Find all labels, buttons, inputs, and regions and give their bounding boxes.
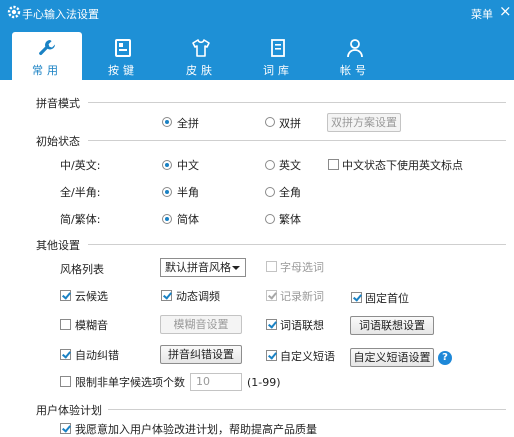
checkbox-auto-correct[interactable] [60, 349, 71, 360]
radio-label: 全拼 [177, 117, 199, 130]
radio-full-width[interactable] [265, 187, 275, 197]
checkbox-english-punctuation[interactable] [328, 159, 339, 170]
checkbox-word-association[interactable] [266, 319, 277, 330]
divider [108, 409, 506, 410]
radio-label: 繁体 [279, 213, 301, 226]
style-list-label: 风格列表 [60, 263, 104, 276]
menu-button[interactable]: 菜单 [471, 6, 493, 22]
divider [88, 102, 506, 103]
checkbox-limit-candidates[interactable] [60, 376, 71, 387]
checkbox-custom-phrase[interactable] [266, 350, 277, 361]
section-pinyin-mode: 拼音模式 [36, 97, 80, 110]
checkbox-join-ux-program[interactable] [60, 423, 71, 434]
checkbox-label: 限制非单字候选项个数 [75, 376, 185, 389]
row-label-width: 全/半角: [60, 186, 101, 199]
pinyin-correction-settings-button[interactable]: 拼音纠错设置 [160, 345, 242, 364]
checkbox-label: 字母选词 [280, 261, 324, 274]
tab-skin[interactable]: 皮肤 [166, 32, 236, 80]
gear-icon [7, 5, 21, 19]
word-association-settings-button[interactable]: 词语联想设置 [350, 316, 434, 335]
tab-dictionary[interactable]: 词库 [243, 32, 313, 80]
radio-double-pinyin[interactable] [265, 117, 275, 127]
checkbox-record-new-words[interactable] [266, 290, 277, 301]
style-select[interactable]: 默认拼音风格 [160, 258, 246, 277]
tab-label: 按键 [108, 64, 138, 77]
book-icon [271, 39, 285, 57]
tab-general[interactable]: 常用 [12, 32, 82, 80]
tab-label: 常用 [32, 64, 62, 77]
checkbox-letter-select[interactable] [266, 261, 277, 272]
user-icon [347, 39, 363, 58]
radio-chinese[interactable] [162, 160, 172, 170]
radio-label: 全角 [279, 186, 301, 199]
radio-full-pinyin[interactable] [162, 117, 172, 127]
checkbox-label: 模糊音 [75, 319, 108, 332]
close-button[interactable]: × [499, 3, 512, 19]
section-other-settings: 其他设置 [36, 239, 80, 252]
checkbox-label: 中文状态下使用英文标点 [342, 159, 463, 172]
section-ux-program: 用户体验计划 [36, 404, 102, 417]
radio-label: 双拼 [279, 117, 301, 130]
radio-english[interactable] [265, 160, 275, 170]
candidate-limit-input[interactable]: 10 [190, 373, 242, 391]
row-label-cn-en: 中/英文: [60, 159, 101, 172]
custom-phrase-settings-button[interactable]: 自定义短语设置 [350, 348, 434, 367]
row-label-script: 简/繁体: [60, 213, 101, 226]
tab-label: 皮肤 [186, 64, 216, 77]
radio-simplified[interactable] [162, 214, 172, 224]
divider [88, 244, 506, 245]
radio-label: 中文 [177, 159, 199, 172]
checkbox-label: 固定首位 [365, 292, 409, 305]
checkbox-label: 词语联想 [280, 319, 324, 332]
tab-keys[interactable]: 按键 [88, 32, 158, 80]
checkbox-dynamic-frequency[interactable] [161, 290, 172, 301]
fuzzy-pinyin-settings-button[interactable]: 模糊音设置 [160, 315, 242, 334]
checkbox-label: 记录新词 [280, 290, 324, 303]
section-initial-state: 初始状态 [36, 135, 80, 148]
tab-label: 词库 [263, 64, 293, 77]
checkbox-label: 我愿意加入用户体验改进计划，帮助提高产品质量 [75, 423, 317, 436]
radio-label: 简体 [177, 213, 199, 226]
divider [88, 140, 506, 141]
double-pinyin-scheme-button[interactable]: 双拼方案设置 [327, 113, 401, 132]
checkbox-label: 自动纠错 [75, 349, 119, 362]
checkbox-fuzzy-pinyin[interactable] [60, 319, 71, 330]
radio-traditional[interactable] [265, 214, 275, 224]
wrench-icon [39, 40, 55, 56]
keyboard-icon [115, 39, 131, 57]
chevron-down-icon [232, 266, 240, 270]
radio-label: 半角 [177, 186, 199, 199]
candidate-limit-range: (1-99) [247, 376, 281, 389]
help-icon[interactable]: ? [438, 351, 452, 365]
radio-half-width[interactable] [162, 187, 172, 197]
tab-account[interactable]: 帐号 [320, 32, 390, 80]
radio-label: 英文 [279, 159, 301, 172]
checkbox-cloud-candidates[interactable] [60, 290, 71, 301]
checkbox-label: 动态调频 [176, 290, 220, 303]
checkbox-fixed-first[interactable] [351, 292, 362, 303]
window-title: 手心输入法设置 [22, 8, 99, 21]
checkbox-label: 自定义短语 [280, 350, 335, 363]
tab-label: 帐号 [340, 64, 370, 77]
tab-bar: 常用 按键 皮肤 词库 帐号 [0, 26, 514, 80]
title-bar: 手心输入法设置 菜单 × [0, 0, 514, 26]
checkbox-label: 云候选 [75, 290, 108, 303]
shirt-icon [192, 39, 210, 57]
style-select-value: 默认拼音风格 [165, 261, 231, 274]
